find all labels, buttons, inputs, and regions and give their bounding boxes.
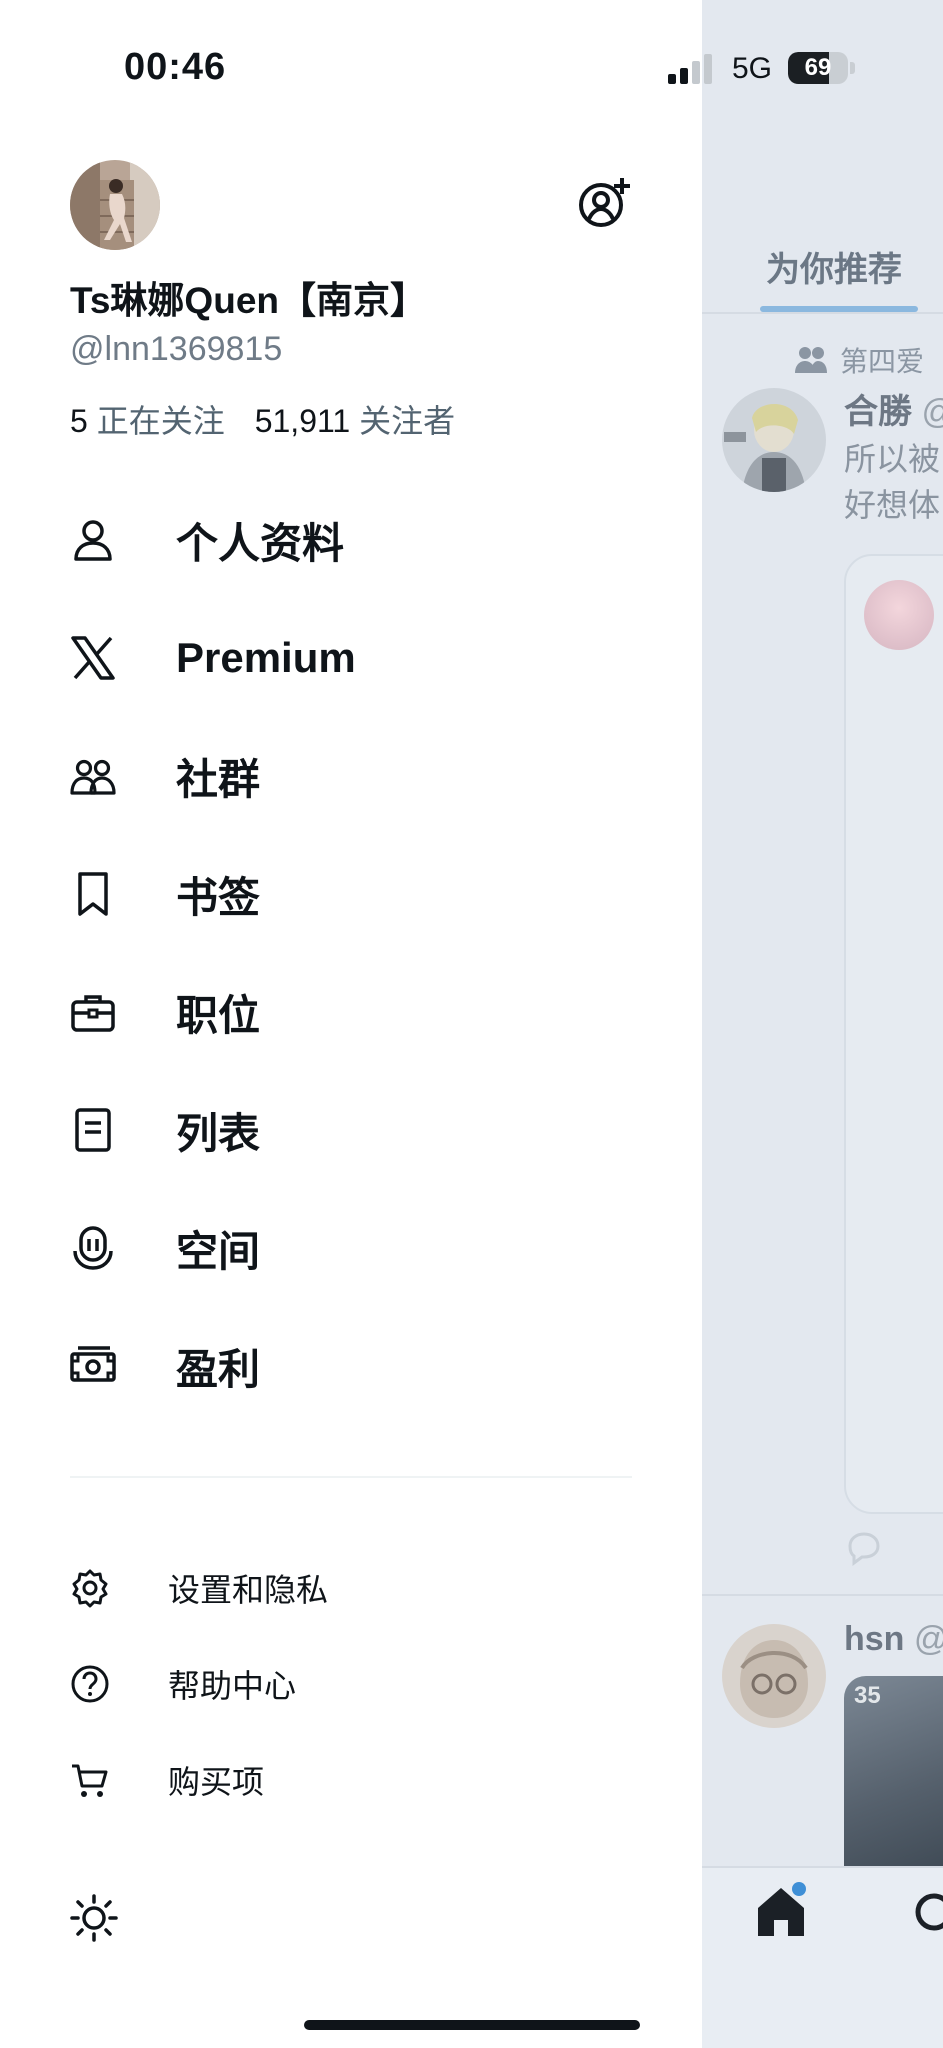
quoted-post-avatar bbox=[864, 580, 934, 650]
menu-item-monetization[interactable]: 盈利 bbox=[70, 1326, 630, 1406]
user-handle: @lnn1369815 bbox=[70, 330, 283, 368]
network-type: 5G bbox=[732, 52, 773, 85]
menu-item-label: 设置和隐私 bbox=[168, 1572, 329, 1608]
post-author-name[interactable]: hsn @ bbox=[844, 1620, 943, 1659]
post-author-name[interactable]: 合勝 @ bbox=[844, 384, 943, 433]
menu-item-label: 书签 bbox=[176, 873, 261, 921]
x-logo-icon bbox=[71, 636, 115, 680]
battery-tip bbox=[850, 62, 855, 74]
person-icon bbox=[74, 520, 112, 561]
menu-item-label: 盈利 bbox=[176, 1345, 261, 1393]
home-indicator bbox=[304, 2020, 640, 2030]
community-context-icon bbox=[795, 347, 827, 373]
menu-divider bbox=[70, 1476, 632, 1478]
menu-item-help-center[interactable]: 帮助中心 bbox=[70, 1652, 630, 1716]
status-time: 00:46 bbox=[124, 46, 227, 88]
battery-level: 69 bbox=[804, 54, 832, 81]
menu-item-settings-privacy[interactable]: 设置和隐私 bbox=[70, 1556, 630, 1620]
following-count: 5 bbox=[70, 403, 88, 439]
briefcase-icon bbox=[71, 995, 115, 1032]
post-author-avatar[interactable] bbox=[722, 1624, 826, 1728]
post-text-line: 好想体 bbox=[844, 487, 941, 523]
menu-item-profile[interactable]: 个人资料 bbox=[70, 500, 630, 580]
gear-icon bbox=[72, 1569, 108, 1608]
followers-label: 关注者 bbox=[359, 403, 456, 439]
help-icon bbox=[71, 1665, 109, 1703]
follow-stats: 5 正在关注 51,911 关注者 bbox=[70, 396, 455, 442]
menu-item-lists[interactable]: 列表 bbox=[70, 1090, 630, 1170]
bottom-tab-bar bbox=[702, 1866, 943, 2048]
post-author-avatar[interactable] bbox=[722, 388, 826, 492]
menu-item-premium[interactable]: Premium bbox=[70, 618, 630, 698]
communities-icon bbox=[70, 759, 116, 795]
cart-icon bbox=[72, 1764, 108, 1797]
sun-icon[interactable] bbox=[70, 1894, 118, 1942]
spaces-icon bbox=[73, 1226, 113, 1270]
tab-for-you[interactable]: 为你推荐 bbox=[766, 242, 902, 291]
search-icon[interactable] bbox=[912, 1890, 943, 1940]
menu-item-label: 购买项 bbox=[168, 1764, 265, 1800]
menu-item-jobs[interactable]: 职位 bbox=[70, 972, 630, 1052]
navigation-drawer: 00:46 5G 69 Ts琳娜Quen【南京】 @lnn1369815 5 正… bbox=[0, 0, 855, 2048]
post-text-line: 所以被 bbox=[844, 441, 941, 477]
battery-indicator: 69 bbox=[788, 52, 856, 84]
followers-link[interactable]: 51,911 关注者 bbox=[255, 403, 455, 439]
menu-item-label: 空间 bbox=[176, 1227, 261, 1275]
media-overlay-text: 35 bbox=[854, 1682, 881, 1709]
menu-item-label: 列表 bbox=[176, 1109, 261, 1157]
post-separator bbox=[702, 1594, 943, 1596]
quoted-post-card[interactable] bbox=[844, 554, 943, 1514]
bookmark-icon bbox=[78, 872, 108, 916]
menu-item-label: 个人资料 bbox=[176, 519, 345, 567]
list-icon bbox=[75, 1108, 111, 1152]
social-context: 第四爱 bbox=[794, 340, 924, 380]
add-account-icon[interactable] bbox=[578, 176, 632, 230]
menu-item-label: Premium bbox=[176, 634, 356, 681]
menu-item-communities[interactable]: 社群 bbox=[70, 736, 630, 816]
followers-count: 51,911 bbox=[254, 403, 351, 439]
menu-item-purchases[interactable]: 购买项 bbox=[70, 1748, 630, 1812]
home-notification-dot bbox=[792, 1882, 806, 1896]
menu-item-spaces[interactable]: 空间 bbox=[70, 1208, 630, 1288]
profile-avatar[interactable] bbox=[70, 160, 160, 250]
timeline-background[interactable]: 为你推荐 第四爱 合勝 @ 所以被 好想体 bbox=[702, 0, 943, 2048]
menu-item-bookmarks[interactable]: 书签 bbox=[70, 854, 630, 934]
display-name[interactable]: Ts琳娜Quen【南京】 bbox=[70, 270, 427, 324]
reply-icon[interactable] bbox=[844, 1530, 884, 1566]
menu-item-label: 职位 bbox=[176, 991, 261, 1039]
tab-divider bbox=[702, 312, 943, 314]
money-icon bbox=[70, 1346, 116, 1382]
following-label: 正在关注 bbox=[96, 403, 225, 439]
post-media-image[interactable]: 35 bbox=[844, 1676, 943, 1866]
cellular-signal-icon bbox=[668, 54, 712, 84]
menu-item-label: 帮助中心 bbox=[168, 1668, 297, 1704]
menu-item-label: 社群 bbox=[176, 755, 261, 803]
social-context-label: 第四爱 bbox=[840, 346, 925, 377]
following-link[interactable]: 5 正在关注 bbox=[70, 403, 225, 439]
